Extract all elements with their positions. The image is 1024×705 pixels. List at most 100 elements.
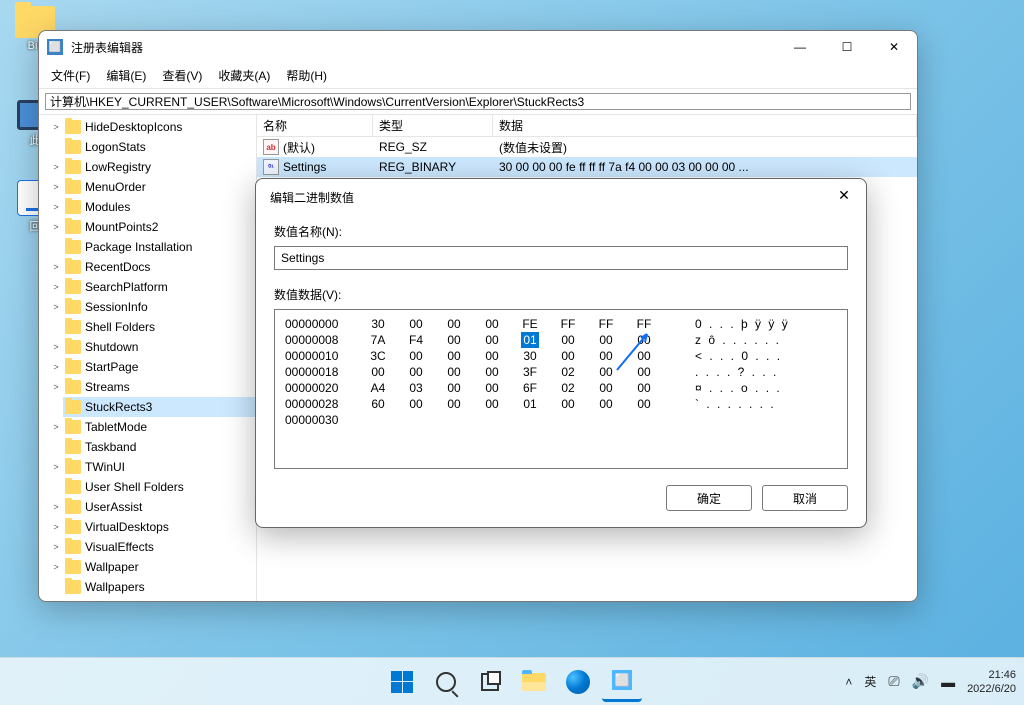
chevron-icon[interactable]: > — [49, 180, 63, 194]
hex-byte[interactable]: 00 — [559, 348, 577, 364]
explorer-button[interactable] — [514, 662, 554, 702]
hex-byte[interactable]: F4 — [407, 332, 425, 348]
hex-byte[interactable]: 00 — [483, 380, 501, 396]
col-data[interactable]: 数据 — [493, 115, 917, 136]
tree-item-stuckrects3[interactable]: >StuckRects3 — [63, 397, 256, 417]
hex-byte[interactable]: 02 — [559, 364, 577, 380]
hex-byte[interactable]: FF — [559, 316, 577, 332]
hex-byte[interactable]: 00 — [483, 332, 501, 348]
tree-item-searchplatform[interactable]: >SearchPlatform — [63, 277, 256, 297]
tree-item-sessioninfo[interactable]: >SessionInfo — [63, 297, 256, 317]
chevron-icon[interactable]: > — [49, 560, 63, 574]
hex-row[interactable]: 000000087AF4000001000000z ô . . . . . . — [285, 332, 837, 348]
hex-byte[interactable]: 00 — [635, 364, 653, 380]
menu-file[interactable]: 文件(F) — [43, 65, 98, 86]
hex-byte[interactable]: 00 — [635, 348, 653, 364]
hex-byte[interactable]: 00 — [483, 348, 501, 364]
chevron-icon[interactable]: > — [49, 160, 63, 174]
hex-row[interactable]: 00000018000000003F020000. . . . ? . . . — [285, 364, 837, 380]
dialog-titlebar[interactable]: 编辑二进制数值 ✕ — [256, 179, 866, 215]
hex-byte[interactable]: 00 — [407, 348, 425, 364]
tree-item-mountpoints2[interactable]: >MountPoints2 — [63, 217, 256, 237]
hex-byte[interactable]: 00 — [597, 396, 615, 412]
titlebar[interactable]: ⬜ 注册表编辑器 — ☐ ✕ — [39, 31, 917, 63]
chevron-icon[interactable]: > — [49, 120, 63, 134]
hex-byte[interactable]: 00 — [483, 364, 501, 380]
dialog-close-button[interactable]: ✕ — [822, 179, 866, 211]
chevron-icon[interactable]: > — [49, 360, 63, 374]
menu-favorites[interactable]: 收藏夹(A) — [210, 65, 278, 86]
tree-item-modules[interactable]: >Modules — [63, 197, 256, 217]
chevron-icon[interactable]: > — [49, 420, 63, 434]
chevron-icon[interactable]: > — [49, 540, 63, 554]
tree-item-shell-folders[interactable]: >Shell Folders — [63, 317, 256, 337]
regedit-taskbar-button[interactable]: ⬜ — [602, 662, 642, 702]
hex-byte[interactable]: 02 — [559, 380, 577, 396]
hex-byte[interactable]: 60 — [369, 396, 387, 412]
tree-item-lowregistry[interactable]: >LowRegistry — [63, 157, 256, 177]
hex-row[interactable]: 000000286000000001000000` . . . . . . . — [285, 396, 837, 412]
edge-button[interactable] — [558, 662, 598, 702]
taskview-button[interactable] — [470, 662, 510, 702]
hex-byte[interactable]: 7A — [369, 332, 387, 348]
close-button[interactable]: ✕ — [871, 31, 917, 63]
hex-byte[interactable]: 30 — [369, 316, 387, 332]
tree-item-userassist[interactable]: >UserAssist — [63, 497, 256, 517]
tree-item-wallpaper[interactable]: >Wallpaper — [63, 557, 256, 577]
value-name-input[interactable] — [274, 246, 848, 270]
chevron-icon[interactable]: > — [49, 340, 63, 354]
hex-byte[interactable]: 00 — [407, 396, 425, 412]
tree-item-tabletmode[interactable]: >TabletMode — [63, 417, 256, 437]
tree-item-streams[interactable]: >Streams — [63, 377, 256, 397]
hex-byte[interactable]: 30 — [521, 348, 539, 364]
list-header[interactable]: 名称 类型 数据 — [257, 115, 917, 137]
chevron-icon[interactable]: > — [49, 520, 63, 534]
hex-editor[interactable]: 0000000030000000FEFFFFFF0 . . . þ ÿ ÿ ÿ0… — [274, 309, 848, 469]
hex-byte[interactable]: 00 — [445, 332, 463, 348]
chevron-icon[interactable]: > — [49, 220, 63, 234]
hex-byte[interactable]: FF — [635, 316, 653, 332]
hex-byte[interactable]: 6F — [521, 380, 539, 396]
maximize-button[interactable]: ☐ — [824, 31, 870, 63]
volume-icon[interactable]: 🔊 — [912, 673, 929, 690]
chevron-icon[interactable]: > — [49, 500, 63, 514]
tree-item-visualeffects[interactable]: >VisualEffects — [63, 537, 256, 557]
hex-byte[interactable]: 00 — [369, 364, 387, 380]
hex-byte[interactable]: FF — [597, 316, 615, 332]
hex-byte[interactable]: 3C — [369, 348, 387, 364]
ime-indicator[interactable]: 英 — [864, 673, 876, 690]
hex-byte[interactable]: 00 — [407, 316, 425, 332]
hex-byte[interactable]: 00 — [635, 396, 653, 412]
tree-item-shutdown[interactable]: >Shutdown — [63, 337, 256, 357]
chevron-icon[interactable]: > — [49, 260, 63, 274]
chevron-icon[interactable]: > — [49, 200, 63, 214]
tree-item-package-installation[interactable]: >Package Installation — [63, 237, 256, 257]
hex-row[interactable]: 00000020A40300006F020000¤ . . . o . . . — [285, 380, 837, 396]
tree-item-hidedesktopicons[interactable]: >HideDesktopIcons — [63, 117, 256, 137]
search-button[interactable] — [426, 662, 466, 702]
value-row[interactable]: ⁰¹Settings REG_BINARY 30 00 00 00 fe ff … — [257, 157, 917, 177]
hex-byte[interactable]: 00 — [483, 396, 501, 412]
cancel-button[interactable]: 取消 — [762, 485, 848, 511]
hex-byte[interactable]: 00 — [597, 380, 615, 396]
tree-item-virtualdesktops[interactable]: >VirtualDesktops — [63, 517, 256, 537]
hex-byte[interactable]: 00 — [635, 380, 653, 396]
chevron-icon[interactable]: > — [49, 380, 63, 394]
menu-view[interactable]: 查看(V) — [154, 65, 210, 86]
chevron-icon[interactable]: > — [49, 280, 63, 294]
hex-byte[interactable]: 00 — [635, 332, 653, 348]
col-name[interactable]: 名称 — [257, 115, 373, 136]
hex-byte[interactable]: 3F — [521, 364, 539, 380]
network-icon[interactable]: ⎚ — [888, 673, 899, 690]
tree-item-startpage[interactable]: >StartPage — [63, 357, 256, 377]
hex-byte[interactable]: 00 — [445, 396, 463, 412]
hex-byte[interactable]: 01 — [521, 396, 539, 412]
hex-byte[interactable]: A4 — [369, 380, 387, 396]
menu-help[interactable]: 帮助(H) — [278, 65, 335, 86]
hex-row[interactable]: 000000103C00000030000000< . . . 0 . . . — [285, 348, 837, 364]
chevron-icon[interactable]: > — [49, 460, 63, 474]
ok-button[interactable]: 确定 — [666, 485, 752, 511]
hex-byte[interactable]: 00 — [445, 316, 463, 332]
battery-icon[interactable]: ▬ — [941, 674, 955, 690]
tree-panel[interactable]: >HideDesktopIcons>LogonStats>LowRegistry… — [39, 115, 257, 601]
